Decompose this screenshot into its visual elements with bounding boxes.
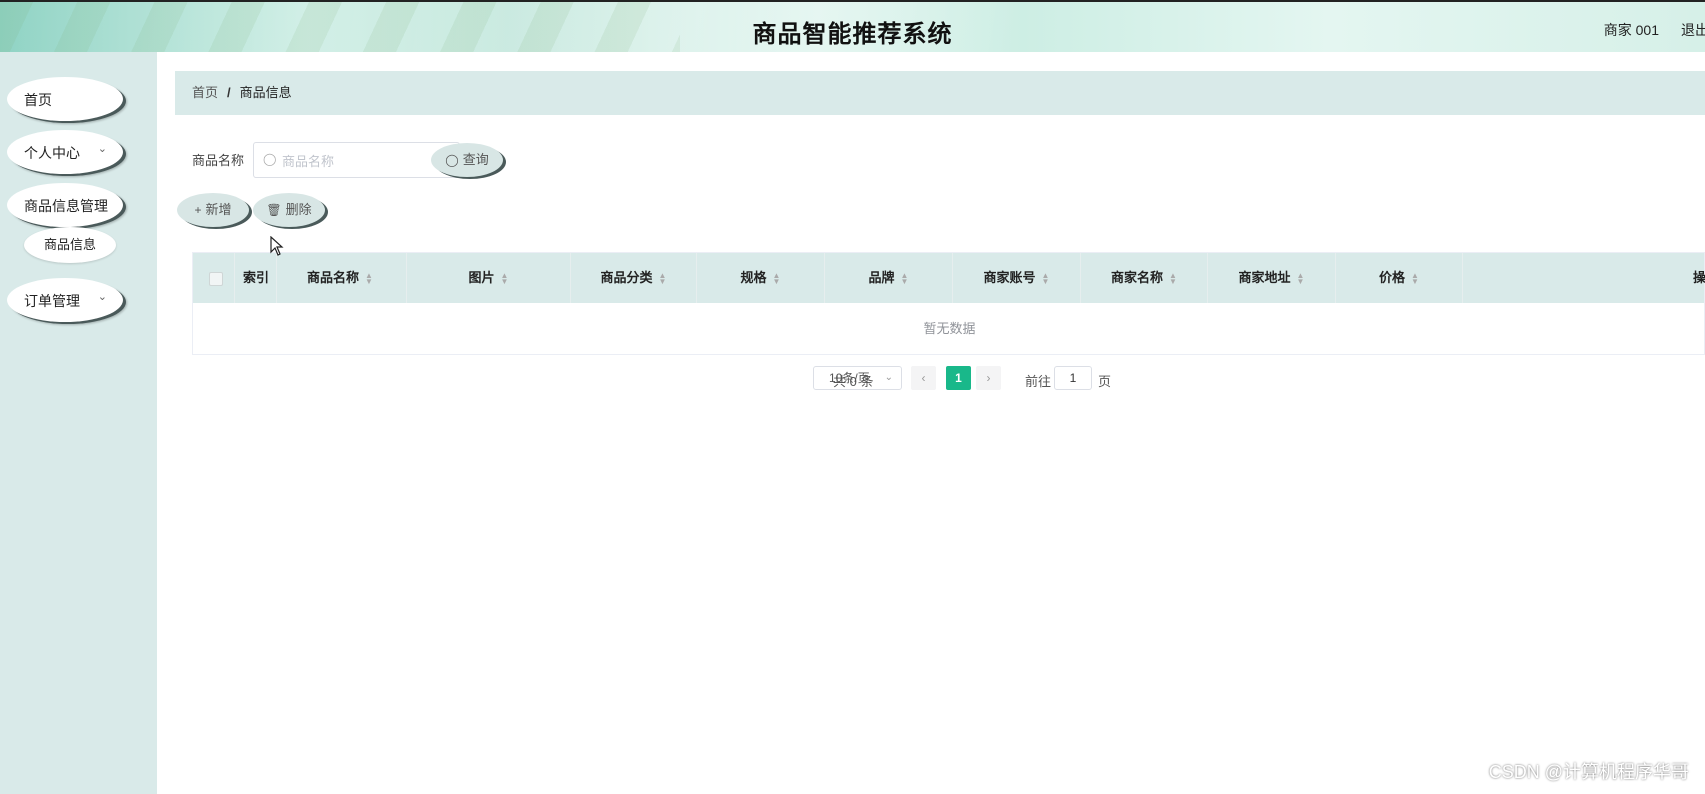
logout-link[interactable]: 退出 bbox=[1681, 20, 1705, 40]
breadcrumb-home[interactable]: 首页 bbox=[192, 85, 218, 100]
sidebar: 首页 个人中心 ⌄ 商品信息管理 商品信息 订单管理 ⌄ bbox=[0, 52, 157, 794]
sort-icon[interactable]: ▲ ▼ bbox=[1042, 271, 1050, 285]
search-label: 商品名称 bbox=[192, 153, 245, 168]
mouse-pointer-icon bbox=[270, 236, 284, 256]
column-header-price[interactable]: 价格 ▲ ▼ bbox=[1336, 253, 1463, 303]
column-header-index: 索引 bbox=[235, 253, 277, 303]
column-header-merchant-address[interactable]: 商家地址 ▲ ▼ bbox=[1208, 253, 1336, 303]
sidebar-item-label: 首页 bbox=[24, 92, 52, 108]
prev-page-button[interactable]: ‹ bbox=[911, 366, 936, 390]
top-header: 商品智能推荐系统 商家 001 退出 bbox=[0, 0, 1705, 54]
column-header-spec[interactable]: 规格 ▲ ▼ bbox=[697, 253, 825, 303]
app-title: 商品智能推荐系统 bbox=[752, 21, 953, 48]
select-all-checkbox[interactable] bbox=[209, 272, 223, 286]
column-header-merchant-name[interactable]: 商家名称 ▲ ▼ bbox=[1081, 253, 1208, 303]
sort-icon[interactable]: ▲ ▼ bbox=[773, 271, 781, 285]
sidebar-item-personal-center[interactable]: 个人中心 ⌄ bbox=[7, 130, 123, 174]
sidebar-item-home[interactable]: 首页 bbox=[7, 77, 123, 121]
chevron-down-icon: ⌄ bbox=[97, 143, 107, 155]
select-all-cell bbox=[193, 253, 235, 303]
sort-icon[interactable]: ▲ ▼ bbox=[1297, 271, 1305, 285]
plus-icon: + bbox=[194, 203, 202, 217]
goto-label: 前往 bbox=[1025, 374, 1052, 389]
column-header-image[interactable]: 图片 ▲ ▼ bbox=[407, 253, 571, 303]
sort-icon[interactable]: ▲ ▼ bbox=[659, 271, 667, 285]
column-header-brand[interactable]: 品牌 ▲ ▼ bbox=[825, 253, 953, 303]
chevron-down-icon: ⌄ bbox=[884, 372, 893, 383]
main-content: 首页/商品信息 商品名称 ◯ ◯查询 +新增 🗑删除 索引 商品名称▲▼ 图片▲… bbox=[157, 52, 1705, 794]
sidebar-subitem-product-info[interactable]: 商品信息 bbox=[24, 227, 116, 263]
sidebar-item-order-management[interactable]: 订单管理 ⌄ bbox=[7, 278, 123, 322]
sort-icon[interactable]: ▲ ▼ bbox=[901, 271, 909, 285]
sidebar-item-label: 个人中心 bbox=[24, 145, 80, 161]
page-size-select[interactable]: 10条/页 ⌄ bbox=[813, 366, 902, 390]
chevron-left-icon: ‹ bbox=[921, 371, 926, 385]
sort-icon[interactable]: ▲ ▼ bbox=[1411, 271, 1419, 285]
product-table: 索引 商品名称 ▲ ▼ 图片 ▲ ▼ 商品分类 ▲ ▼ 规格 ▲ ▼ 品牌 ▲ ▼ 商家账号 ▲ ▼ 商… bbox=[192, 252, 1705, 355]
sidebar-item-label: 商品信息管理 bbox=[24, 198, 108, 214]
sidebar-item-label: 订单管理 bbox=[24, 293, 80, 309]
page-size-value: 10条/页 bbox=[829, 371, 870, 385]
sort-icon[interactable]: ▲ ▼ bbox=[1169, 271, 1177, 285]
page-number-current[interactable]: 1 bbox=[946, 366, 971, 390]
breadcrumb-current: 商品信息 bbox=[239, 85, 292, 100]
chevron-right-icon: › bbox=[986, 371, 991, 385]
breadcrumb: 首页 / 商品信息 bbox=[175, 71, 1705, 115]
search-field[interactable]: ◯ bbox=[253, 142, 460, 178]
chevron-down-icon: ⌄ bbox=[97, 291, 107, 303]
page-suffix: 页 bbox=[1098, 374, 1112, 389]
search-button[interactable]: ◯ 查询 bbox=[431, 143, 503, 177]
breadcrumb-separator: / bbox=[227, 85, 231, 100]
search-icon: ◯ bbox=[263, 152, 277, 166]
current-user: 商家 001 bbox=[1603, 22, 1659, 38]
search-icon: ◯ bbox=[445, 153, 459, 167]
search-input[interactable] bbox=[280, 150, 454, 172]
table-empty-text: 暂无数据 bbox=[923, 321, 976, 336]
sidebar-item-product-management[interactable]: 商品信息管理 bbox=[7, 183, 123, 227]
delete-button[interactable]: 🗑 删除 bbox=[253, 193, 325, 227]
column-header-merchant-account[interactable]: 商家账号 ▲ ▼ bbox=[953, 253, 1081, 303]
add-button[interactable]: + 新增 bbox=[177, 193, 249, 227]
watermark: CSDN @计算机程序华哥 bbox=[1488, 762, 1689, 782]
column-header-name[interactable]: 商品名称 ▲ ▼ bbox=[277, 253, 407, 303]
trash-icon: 🗑 bbox=[266, 203, 282, 217]
column-header-actions: 操 bbox=[1692, 270, 1705, 285]
add-button-label: 新增 bbox=[205, 202, 232, 217]
delete-button-label: 删除 bbox=[285, 202, 312, 217]
search-button-label: 查询 bbox=[462, 152, 489, 167]
next-page-button[interactable]: › bbox=[976, 366, 1001, 390]
sort-icon[interactable]: ▲ ▼ bbox=[501, 271, 509, 285]
column-header-category[interactable]: 商品分类 ▲ ▼ bbox=[571, 253, 697, 303]
sort-icon[interactable]: ▲ ▼ bbox=[365, 271, 373, 285]
table-header: 索引 商品名称 ▲ ▼ 图片 ▲ ▼ 商品分类 ▲ ▼ 规格 ▲ ▼ 品牌 ▲ ▼ 商家账号 ▲ ▼ 商… bbox=[193, 253, 1705, 303]
goto-page-input[interactable]: 1 bbox=[1054, 366, 1092, 390]
